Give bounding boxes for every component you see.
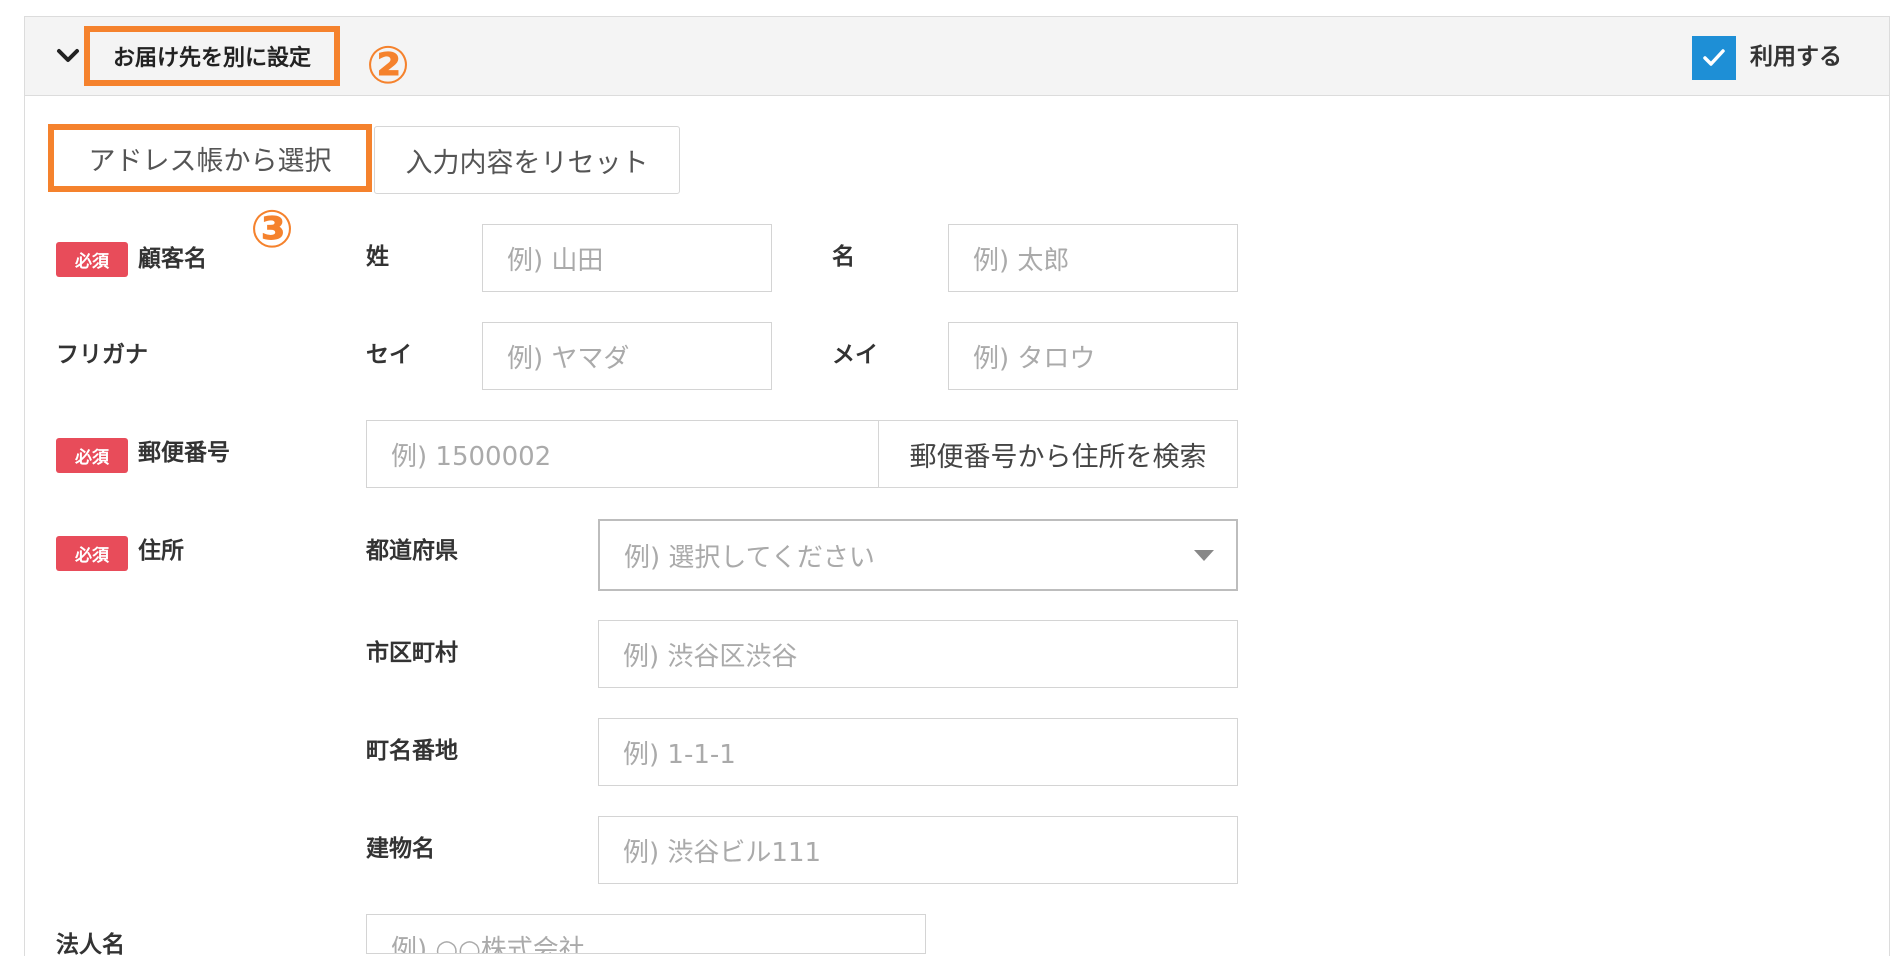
chevron-down-icon[interactable] [56,44,80,68]
required-badge: 必須 [56,438,128,473]
city-input[interactable]: 例) 渋谷区渋谷 [598,620,1238,688]
reset-button[interactable]: 入力内容をリセット [374,126,680,194]
kana-label: フリガナ [56,342,148,368]
check-icon [1703,49,1725,66]
annotation-step-2: ② [366,36,411,96]
annotation-step-3: ③ [250,200,295,260]
use-checkbox[interactable] [1692,36,1736,80]
zip-label: 郵便番号 [138,440,230,466]
kana-first-label: メイ [832,342,878,368]
prefecture-select-value: 例) 選択してください [624,542,875,573]
use-label[interactable]: 利用する [1750,38,1842,76]
zip-search-button[interactable]: 郵便番号から住所を検索 [878,420,1238,488]
city-label: 市区町村 [366,640,458,666]
kana-last-input[interactable]: 例) ヤマダ [482,322,772,390]
kana-first-input[interactable]: 例) タロウ [948,322,1238,390]
last-name-input[interactable]: 例) 山田 [482,224,772,292]
dropdown-caret-icon [1194,550,1214,561]
company-input[interactable]: 例) ○○株式会社 [366,914,926,954]
zip-input[interactable]: 例) 1500002 [366,420,880,488]
prefecture-select[interactable]: 例) 選択してください [598,519,1238,591]
address-label: 住所 [138,538,184,564]
last-name-label: 姓 [366,244,389,270]
street-label: 町名番地 [366,738,458,764]
street-input[interactable]: 例) 1-1-1 [598,718,1238,786]
first-name-label: 名 [832,244,855,270]
company-label: 法人名 [56,932,125,958]
prefecture-label: 都道府県 [366,538,458,564]
address-book-button[interactable]: アドレス帳から選択 [48,124,372,192]
building-input[interactable]: 例) 渋谷ビル111 [598,816,1238,884]
required-badge: 必須 [56,536,128,571]
customer-name-label: 顧客名 [138,246,207,272]
kana-last-label: セイ [366,342,412,368]
required-badge: 必須 [56,242,128,277]
building-label: 建物名 [366,836,435,862]
section-title[interactable]: お届け先を別に設定 [84,26,340,86]
first-name-input[interactable]: 例) 太郎 [948,224,1238,292]
